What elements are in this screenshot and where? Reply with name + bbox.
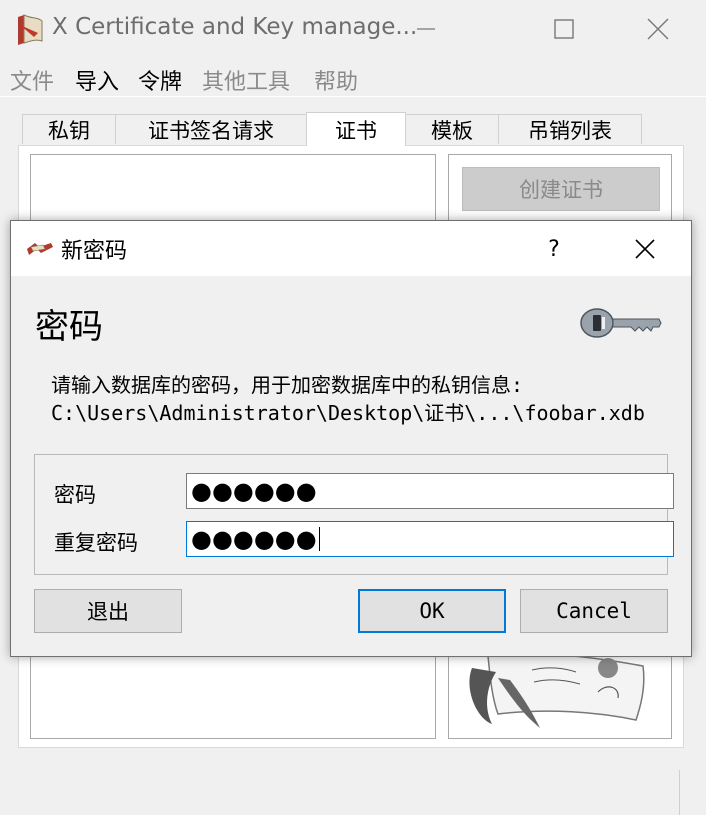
new-password-dialog: 新密码 ? 密码 请输入数据库的密码，用于加密数据库中的私钥信息: C:\Use… — [10, 220, 692, 657]
menu-help[interactable]: 帮助 — [314, 64, 358, 96]
menu-file[interactable]: 文件 — [10, 64, 54, 96]
main-titlebar: X Certificate and Key manage... — [0, 0, 706, 58]
repeat-password-input[interactable]: ●●●●●● — [186, 521, 674, 557]
password-label: 密码 — [54, 483, 96, 507]
window-title: X Certificate and Key manage... — [52, 14, 418, 40]
password-fieldset: 密码 ●●●●●● 重复密码 ●●●●●● — [34, 454, 674, 575]
menubar: 文件 导入 令牌 其他工具 帮助 — [0, 60, 706, 96]
create-certificate-button[interactable]: 创建证书 — [462, 167, 660, 211]
maximize-button[interactable] — [518, 0, 610, 58]
ok-button[interactable]: OK — [358, 589, 506, 633]
minimize-button[interactable] — [380, 0, 472, 58]
tab-private-keys[interactable]: 私钥 — [22, 114, 116, 144]
description-line-1: 请输入数据库的密码，用于加密数据库中的私钥信息: — [51, 373, 524, 397]
close-icon — [647, 18, 669, 40]
dialog-app-icon — [27, 243, 53, 255]
exit-button-label: 退出 — [87, 600, 129, 624]
panel-divider — [679, 770, 680, 815]
menu-token[interactable]: 令牌 — [138, 64, 182, 96]
cancel-button-label: Cancel — [556, 599, 632, 623]
cancel-button[interactable]: Cancel — [520, 589, 668, 633]
minimize-icon — [417, 28, 435, 30]
dialog-help-button[interactable]: ? — [539, 229, 569, 269]
tab-certificates[interactable]: 证书 — [306, 112, 406, 146]
text-caret — [318, 527, 320, 551]
maximize-icon — [554, 19, 574, 39]
dialog-close-button[interactable] — [615, 221, 675, 276]
dialog-heading: 密码 — [35, 307, 103, 347]
close-button[interactable] — [612, 0, 704, 58]
ok-button-label: OK — [419, 599, 445, 623]
password-input[interactable]: ●●●●●● — [186, 473, 674, 509]
menubar-divider — [0, 96, 706, 97]
menu-other-tools[interactable]: 其他工具 — [202, 64, 290, 96]
description-line-2: C:\Users\Administrator\Desktop\证书\...\fo… — [51, 401, 645, 425]
tab-csr[interactable]: 证书签名请求 — [115, 114, 307, 144]
password-value: ●●●●●● — [191, 477, 317, 505]
exit-button[interactable]: 退出 — [34, 589, 182, 633]
tab-revocation-lists[interactable]: 吊销列表 — [498, 114, 642, 144]
repeat-password-label: 重复密码 — [54, 531, 138, 555]
dialog-title: 新密码 — [61, 239, 128, 264]
close-icon — [635, 238, 655, 259]
repeat-password-value: ●●●●●● — [191, 525, 317, 553]
menu-import[interactable]: 导入 — [75, 64, 119, 96]
tab-templates[interactable]: 模板 — [405, 114, 499, 144]
scroll-logo-illustration — [469, 652, 645, 728]
dialog-titlebar: 新密码 ? — [11, 221, 691, 276]
dialog-description: 请输入数据库的密码，用于加密数据库中的私钥信息: C:\Users\Admini… — [51, 371, 645, 427]
xca-app-icon — [18, 14, 43, 45]
key-icon — [580, 308, 662, 338]
